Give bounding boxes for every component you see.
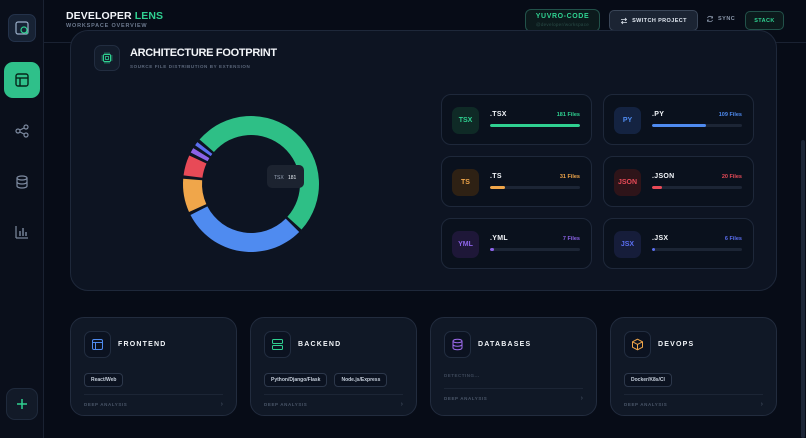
switch-project-button[interactable]: SWITCH PROJECT [609, 10, 698, 31]
ts-badge: TS [452, 169, 479, 196]
file-count: 31 Files [559, 174, 580, 180]
extension-card-tsx[interactable]: TSX .TSX 181 Files [441, 94, 592, 145]
project-pill[interactable]: YUVRO-CODE @developer/workspace [525, 9, 600, 32]
tooltip-value: 181 [288, 175, 297, 181]
py-badge: PY [614, 107, 641, 134]
sidebar-item-database[interactable] [8, 168, 36, 196]
donut-slice-py[interactable] [190, 206, 300, 252]
progress-track [652, 124, 742, 127]
extension-card-yml[interactable]: YML .YML 7 Files [441, 218, 592, 269]
cpu-icon [94, 45, 120, 71]
chevron-right-icon: › [760, 401, 763, 408]
file-count: 6 Files [724, 236, 742, 242]
file-count: 181 Files [556, 112, 580, 118]
category-card-frontend[interactable]: FRONTEND React/Web DEEP ANALYSIS › [70, 317, 237, 416]
share-graph-icon [15, 124, 29, 138]
bar-chart-icon [15, 226, 28, 239]
extension-donut-chart[interactable]: TSX 181 [176, 109, 326, 259]
file-count: 20 Files [721, 174, 742, 180]
progress-fill [652, 124, 706, 127]
deep-analysis-link[interactable]: DEEP ANALYSIS [444, 396, 487, 401]
progress-track [490, 248, 580, 251]
file-count: 7 Files [562, 236, 580, 242]
category-title: FRONTEND [118, 341, 167, 348]
extension-card-json[interactable]: JSON .JSON 20 Files [603, 156, 754, 207]
database-icon [444, 331, 471, 358]
sidebar-item-dashboard[interactable] [4, 62, 40, 98]
progress-fill [652, 248, 655, 251]
category-title: DATABASES [478, 341, 532, 348]
add-button[interactable] [6, 388, 38, 420]
yml-badge: YML [452, 231, 479, 258]
project-subtitle: @developer/workspace [535, 22, 590, 27]
extension-card-py[interactable]: PY .PY 109 Files [603, 94, 754, 145]
chevron-right-icon: › [580, 395, 583, 402]
tech-tag: React/Web [84, 373, 124, 387]
sidebar-item-graph[interactable] [8, 117, 36, 145]
chart-tooltip: TSX 181 [267, 165, 304, 188]
progress-track [490, 186, 580, 189]
server-icon [264, 331, 291, 358]
tech-tag: Node.js/Express [334, 373, 388, 387]
tech-tag: Docker/K8s/CI [624, 373, 672, 387]
layout-icon [84, 331, 111, 358]
box-icon [624, 331, 651, 358]
deep-analysis-link[interactable]: DEEP ANALYSIS [624, 402, 667, 407]
scrollbar[interactable] [801, 140, 805, 438]
extension-name: .JSX [652, 235, 669, 242]
extension-name: .JSON [652, 173, 675, 180]
json-badge: JSON [614, 169, 641, 196]
project-name: YUVRO-CODE [535, 13, 590, 20]
layout-icon [15, 73, 29, 87]
deep-analysis-link[interactable]: DEEP ANALYSIS [84, 402, 127, 407]
page-title: ARCHITECTURE FOOTPRINT [130, 47, 277, 59]
brand-title: DEVELOPER LENS [66, 10, 164, 22]
plus-icon [17, 399, 27, 409]
swap-icon [621, 17, 628, 24]
tech-tag: Python/Django/Flask [264, 373, 328, 387]
extension-name: .TSX [490, 111, 507, 118]
tsx-badge: TSX [452, 107, 479, 134]
progress-track [652, 248, 742, 251]
donut-slice-ts[interactable] [183, 178, 207, 212]
extension-card-ts[interactable]: TS .TS 31 Files [441, 156, 592, 207]
sync-button[interactable]: SYNC [706, 15, 735, 23]
progress-fill [490, 186, 506, 189]
category-card-devops[interactable]: DEVOPS Docker/K8s/CI DEEP ANALYSIS › [610, 317, 777, 416]
stack-button[interactable]: STACK [745, 11, 784, 30]
sidebar [0, 0, 44, 438]
empty-state-text: DETECTING... [444, 373, 480, 378]
progress-fill [490, 124, 580, 127]
category-title: DEVOPS [658, 341, 695, 348]
extension-name: .YML [490, 235, 508, 242]
extension-name: .PY [652, 111, 665, 118]
app-logo-icon[interactable] [8, 14, 36, 42]
database-icon [16, 175, 28, 189]
category-card-databases[interactable]: DATABASES DETECTING... DEEP ANALYSIS › [430, 317, 597, 416]
progress-fill [490, 248, 494, 251]
file-count: 109 Files [718, 112, 742, 118]
progress-fill [652, 186, 662, 189]
chevron-right-icon: › [400, 401, 403, 408]
extension-name: .TS [490, 173, 502, 180]
refresh-icon [707, 15, 713, 23]
category-title: BACKEND [298, 341, 342, 348]
tooltip-label: TSX [274, 175, 284, 181]
progress-track [490, 124, 580, 127]
jsx-badge: JSX [614, 231, 641, 258]
sidebar-item-analytics[interactable] [8, 218, 36, 246]
progress-track [652, 186, 742, 189]
chevron-right-icon: › [220, 401, 223, 408]
category-card-backend[interactable]: BACKEND Python/Django/Flask Node.js/Expr… [250, 317, 417, 416]
extension-card-jsx[interactable]: JSX .JSX 6 Files [603, 218, 754, 269]
brand-subtitle: WORKSPACE OVERVIEW [66, 23, 148, 29]
deep-analysis-link[interactable]: DEEP ANALYSIS [264, 402, 307, 407]
page-subtitle: SOURCE FILE DISTRIBUTION BY EXTENSION [130, 64, 251, 69]
